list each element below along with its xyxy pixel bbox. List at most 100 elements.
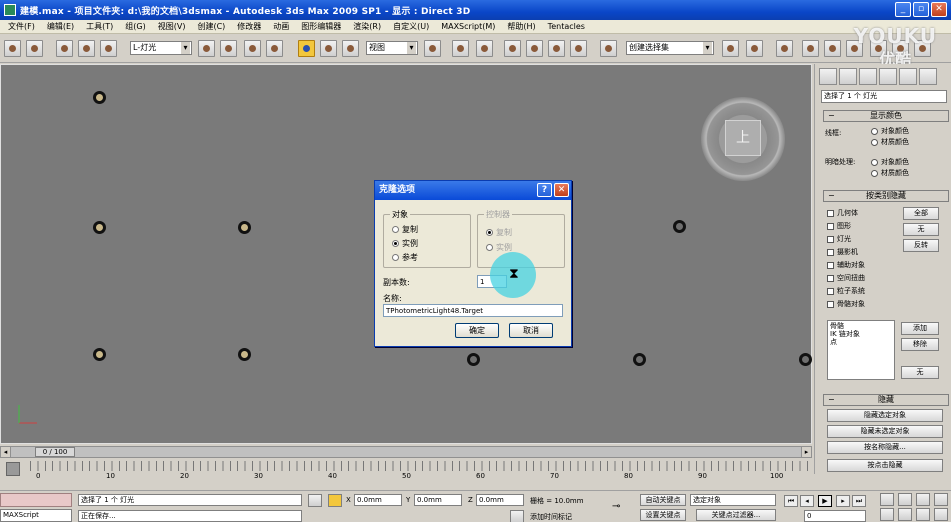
lock-selection-icon[interactable] (308, 494, 322, 507)
move-icon[interactable] (298, 40, 315, 57)
field-of-view-icon[interactable] (880, 508, 894, 521)
snap-toggle-icon[interactable] (504, 40, 521, 57)
list-item[interactable]: 骨骼 (830, 322, 892, 330)
light-object[interactable] (238, 348, 251, 361)
percent-snap-icon[interactable] (548, 40, 565, 57)
maxscript-input[interactable]: MAXScript (0, 509, 72, 522)
add-time-tag[interactable]: 添加时间标记 (530, 512, 572, 522)
shaded-object-color-radio[interactable]: 对象颜色 (871, 157, 909, 167)
bind-space-warp-icon[interactable] (100, 40, 117, 57)
zoom-icon[interactable] (880, 493, 894, 506)
object-instance-radio[interactable]: 实例 (392, 238, 418, 249)
create-tab-icon[interactable] (819, 68, 837, 85)
key-target-select[interactable]: 选定对象 (690, 494, 776, 506)
zoom-extents-icon[interactable] (916, 493, 930, 506)
menu-group[interactable]: 组(G) (119, 21, 151, 32)
hide-by-hit-button[interactable]: 按点击隐藏 (827, 459, 943, 472)
close-button[interactable]: ✕ (931, 2, 947, 17)
angle-snap-icon[interactable] (526, 40, 543, 57)
category-particle-systems-checkbox[interactable]: 粒子系统 (827, 286, 865, 296)
name-input[interactable]: TPhotometricLight48.Target (383, 304, 563, 317)
align-icon[interactable] (746, 40, 763, 57)
object-copy-radio[interactable]: 复制 (392, 224, 418, 235)
time-slider[interactable]: ◂ 0 / 100 ▸ (0, 446, 812, 458)
category-space-warps-checkbox[interactable]: 空间扭曲 (827, 273, 865, 283)
category-geometry-checkbox[interactable]: 几何体 (827, 208, 858, 218)
reference-coordinate-select[interactable]: 视图 (366, 41, 418, 55)
window-crossing-icon[interactable] (266, 40, 283, 57)
zoom-extents-all-icon[interactable] (934, 493, 948, 506)
named-selection-select[interactable]: 创建选择集 (626, 41, 714, 55)
auto-key-button[interactable]: 自动关键点 (640, 494, 686, 506)
category-none-button[interactable]: 无 (903, 223, 939, 236)
zoom-all-icon[interactable] (898, 493, 912, 506)
select-object-icon[interactable] (198, 40, 215, 57)
light-object[interactable] (673, 220, 686, 233)
menu-views[interactable]: 视图(V) (152, 21, 192, 32)
layer-select[interactable]: L-灯光 (130, 41, 192, 55)
play-icon[interactable]: ▶ (818, 495, 832, 507)
shaded-material-color-radio[interactable]: 材质颜色 (871, 168, 909, 178)
menu-help[interactable]: 帮助(H) (501, 21, 541, 32)
unlink-icon[interactable] (78, 40, 95, 57)
absolute-mode-icon[interactable] (328, 494, 342, 507)
wireframe-object-color-radio[interactable]: 对象颜色 (871, 126, 909, 136)
curve-editor-icon[interactable] (802, 40, 819, 57)
hierarchy-tab-icon[interactable] (859, 68, 877, 85)
cancel-button[interactable]: 取消 (509, 323, 553, 338)
utilities-tab-icon[interactable] (919, 68, 937, 85)
object-reference-radio[interactable]: 参考 (392, 252, 418, 263)
list-none-button[interactable]: 无 (901, 366, 939, 379)
time-slider-handle[interactable]: 0 / 100 (35, 447, 75, 457)
maxscript-listener-mini[interactable] (0, 493, 72, 507)
set-key-button[interactable]: 设置关键点 (640, 509, 686, 521)
hide-by-name-button[interactable]: 按名称隐藏... (827, 441, 943, 454)
light-object[interactable] (633, 353, 646, 366)
track-bar-key-icon[interactable] (6, 462, 20, 476)
ok-button[interactable]: 确定 (455, 323, 499, 338)
next-frame-icon[interactable]: ▸ (836, 495, 850, 507)
keyboard-shortcut-icon[interactable] (476, 40, 493, 57)
schematic-view-icon[interactable] (824, 40, 841, 57)
category-shapes-checkbox[interactable]: 图形 (827, 221, 851, 231)
track-bar[interactable]: 0 10 20 30 40 50 60 70 80 90 100 (0, 459, 812, 488)
motion-tab-icon[interactable] (879, 68, 897, 85)
light-object[interactable] (467, 353, 480, 366)
menu-tools[interactable]: 工具(T) (80, 21, 119, 32)
time-slider-left-arrow[interactable]: ◂ (1, 447, 11, 457)
menu-create[interactable]: 创建(C) (191, 21, 231, 32)
x-coordinate[interactable]: 0.0mm (354, 494, 402, 506)
key-mode-icon[interactable]: ⊸ (612, 501, 620, 512)
mirror-icon[interactable] (722, 40, 739, 57)
dialog-close-button[interactable]: ✕ (554, 183, 569, 197)
wireframe-material-color-radio[interactable]: 材质颜色 (871, 137, 909, 147)
light-object[interactable] (238, 221, 251, 234)
previous-frame-icon[interactable]: ◂ (800, 495, 814, 507)
menu-tentacles[interactable]: Tentacles (542, 22, 591, 31)
orbit-icon[interactable] (916, 508, 930, 521)
menu-modifiers[interactable]: 修改器 (231, 21, 267, 32)
menu-edit[interactable]: 编辑(E) (41, 21, 80, 32)
hide-unselected-button[interactable]: 隐藏未选定对象 (827, 425, 943, 438)
y-coordinate[interactable]: 0.0mm (414, 494, 462, 506)
maximize-viewport-icon[interactable] (934, 508, 948, 521)
display-color-rollout[interactable]: 显示颜色 (823, 110, 949, 122)
list-item[interactable]: IK 链对象 (830, 330, 892, 338)
light-object[interactable] (93, 348, 106, 361)
menu-rendering[interactable]: 渲染(R) (347, 21, 387, 32)
select-by-name-icon[interactable] (220, 40, 237, 57)
redo-icon[interactable] (26, 40, 43, 57)
list-item[interactable]: 点 (830, 338, 892, 346)
menu-file[interactable]: 文件(F) (2, 21, 41, 32)
pivot-center-icon[interactable] (424, 40, 441, 57)
viewcube[interactable]: 上 (701, 97, 785, 181)
light-object[interactable] (93, 221, 106, 234)
hide-list[interactable]: 骨骼 IK 链对象 点 (827, 320, 895, 380)
menu-graph-editors[interactable]: 图形编辑器 (295, 21, 347, 32)
menu-animation[interactable]: 动画 (267, 21, 295, 32)
category-bone-objects-checkbox[interactable]: 骨骼对象 (827, 299, 865, 309)
category-all-button[interactable]: 全部 (903, 207, 939, 220)
category-invert-button[interactable]: 反转 (903, 239, 939, 252)
hide-selected-button[interactable]: 隐藏选定对象 (827, 409, 943, 422)
category-cameras-checkbox[interactable]: 摄影机 (827, 247, 858, 257)
